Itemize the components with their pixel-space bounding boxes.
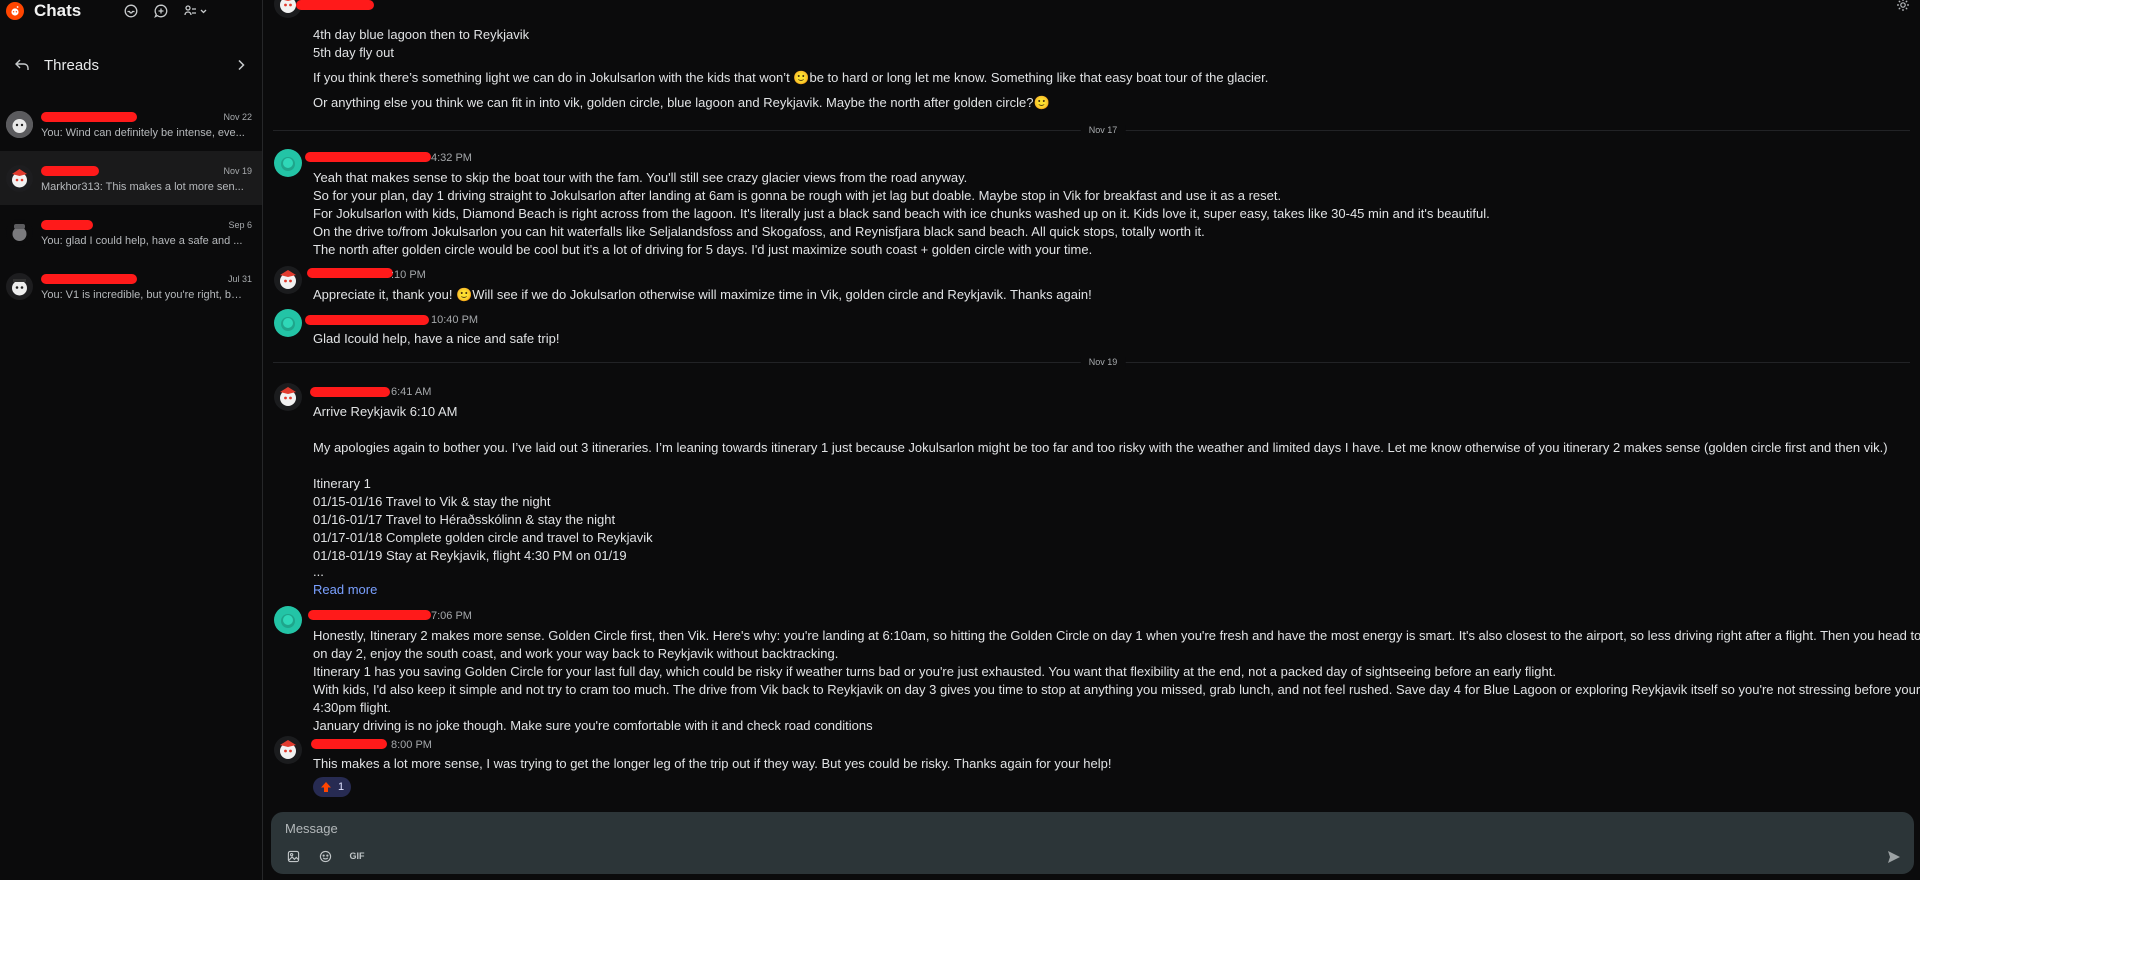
message-line: Or anything else you think we can fit in… [313, 95, 1050, 110]
message-input[interactable] [285, 821, 1185, 836]
inbox-icon[interactable] [124, 4, 138, 18]
reaction-count: 1 [338, 781, 345, 793]
redacted-username [41, 219, 93, 230]
message-timestamp: 8:00 PM [391, 739, 432, 751]
message-line: on day 2, enjoy the south coast, and wor… [313, 646, 839, 661]
message-timestamp: 4:32 PM [431, 152, 472, 164]
message-line: Arrive Reykjavik 6:10 AM [313, 404, 458, 419]
conversation-item[interactable]: Sep 6 You: glad I could help, have a saf… [0, 205, 262, 259]
avatar[interactable] [274, 149, 302, 177]
composer-tools: GIF [285, 848, 365, 864]
conversation-preview: You: glad I could help, have a safe and … [41, 234, 243, 247]
message-line: 01/17-01/18 Complete golden circle and t… [313, 530, 653, 545]
message-timestamp: 7:06 PM [431, 610, 472, 622]
message-line: The north after golden circle would be c… [313, 242, 1093, 257]
message-line: This makes a lot more sense, I was tryin… [313, 756, 1112, 771]
message-line: 01/15-01/16 Travel to Vik & stay the nig… [313, 494, 551, 509]
conversation-date: Nov 22 [223, 111, 252, 122]
chat-app: Chats Threads Nov 22 You: Wind can defin… [0, 0, 1920, 880]
conversation-date: Nov 19 [223, 165, 252, 176]
message-line: 4:30pm flight. [313, 700, 392, 715]
redacted-username [308, 610, 431, 620]
message-line: With kids, I'd also keep it simple and n… [313, 682, 1920, 697]
conversation-date: Jul 31 [227, 273, 252, 284]
redacted-username [296, 0, 374, 10]
message-line: For Jokulsarlon with kids, Diamond Beach… [313, 206, 1490, 221]
new-chat-icon[interactable] [154, 4, 168, 18]
send-icon[interactable] [1886, 849, 1902, 865]
avatar[interactable] [274, 736, 302, 764]
message-line: Appreciate it, thank you! 🙂Will see if w… [313, 287, 1092, 302]
redacted-username [307, 268, 393, 278]
date-divider-label: Nov 17 [1080, 125, 1126, 135]
message-line: My apologies again to bother you. I’ve l… [313, 440, 1888, 455]
chevron-right-icon[interactable] [234, 58, 248, 72]
message-line: Itinerary 1 has you saving Golden Circle… [313, 664, 1556, 679]
redacted-username [41, 165, 99, 176]
conversation-item[interactable]: Jul 31 You: V1 is incredible, but you're… [0, 259, 262, 313]
redacted-username [305, 152, 431, 162]
sidebar: Chats Threads Nov 22 You: Wind can defin… [0, 0, 263, 880]
redacted-username [41, 111, 137, 122]
message-line: 4th day blue lagoon then to Reykjavik [313, 27, 530, 42]
message-line: Honestly, Itinerary 2 makes more sense. … [313, 628, 1920, 643]
message-line: January driving is no joke though. Make … [313, 718, 873, 733]
message-line: ... [313, 564, 324, 579]
chat-panel: 4th day blue lagoon then to Reykjavik 5t… [263, 0, 1920, 880]
emoji-icon[interactable] [317, 848, 333, 864]
sidebar-header-actions [124, 4, 208, 18]
sidebar-header: Chats [0, 0, 262, 22]
message-timestamp: :10 PM [391, 269, 426, 281]
avatar [6, 272, 33, 300]
conversation-preview: You: V1 is incredible, but you're right,… [41, 288, 246, 301]
gif-button[interactable]: GIF [349, 848, 365, 864]
avatar[interactable] [274, 309, 302, 337]
message-line: Itinerary 1 [313, 476, 371, 491]
conversation-item[interactable]: Nov 19 Markhor313: This makes a lot more… [0, 151, 262, 205]
redacted-username [311, 739, 387, 749]
avatar [6, 164, 33, 192]
reddit-logo-icon[interactable] [6, 2, 24, 20]
message-line: If you think there’s something light we … [313, 70, 1269, 85]
read-more-link[interactable]: Read more [313, 582, 377, 597]
message-composer: GIF [271, 812, 1914, 874]
message-line: On the drive to/from Jokulsarlon you can… [313, 224, 1205, 239]
back-arrow-icon[interactable] [14, 57, 30, 73]
conversation-preview: You: Wind can definitely be intense, eve… [41, 126, 245, 139]
upvote-icon [320, 781, 332, 793]
message-line: So for your plan, day 1 driving straight… [313, 188, 1282, 203]
message-line: Yeah that makes sense to skip the boat t… [313, 170, 968, 185]
redacted-username [305, 315, 429, 325]
message-line: 01/18-01/19 Stay at Reykjavik, flight 4:… [313, 548, 627, 563]
redacted-username [310, 387, 390, 397]
sidebar-title: Chats [34, 1, 82, 20]
redacted-username [41, 273, 137, 284]
message-timestamp: 6:41 AM [391, 386, 432, 398]
message-line: 01/16-01/17 Travel to Héraðsskólinn & st… [313, 512, 616, 527]
conversation-preview: Markhor313: This makes a lot more sen... [41, 180, 244, 193]
message-line: Glad Icould help, have a nice and safe t… [313, 331, 560, 346]
conversation-item[interactable]: Nov 22 You: Wind can definitely be inten… [0, 97, 262, 151]
upvote-reaction[interactable]: 1 [313, 777, 352, 797]
message-list[interactable]: 4th day blue lagoon then to Reykjavik 5t… [263, 0, 1920, 810]
avatar [6, 218, 33, 246]
avatar [6, 110, 33, 138]
avatar[interactable] [274, 383, 302, 411]
message-line: 5th day fly out [313, 45, 394, 60]
avatar[interactable] [274, 606, 302, 634]
threads-label: Threads [44, 56, 100, 74]
avatar[interactable] [274, 266, 302, 294]
threads-nav[interactable]: Threads [0, 33, 262, 97]
image-upload-icon[interactable] [285, 848, 301, 864]
date-divider-label: Nov 19 [1080, 357, 1126, 367]
chat-settings-dropdown-icon[interactable] [184, 4, 208, 18]
conversation-date: Sep 6 [228, 219, 252, 230]
message-timestamp: 10:40 PM [431, 314, 479, 326]
gear-icon[interactable] [1896, 0, 1910, 12]
